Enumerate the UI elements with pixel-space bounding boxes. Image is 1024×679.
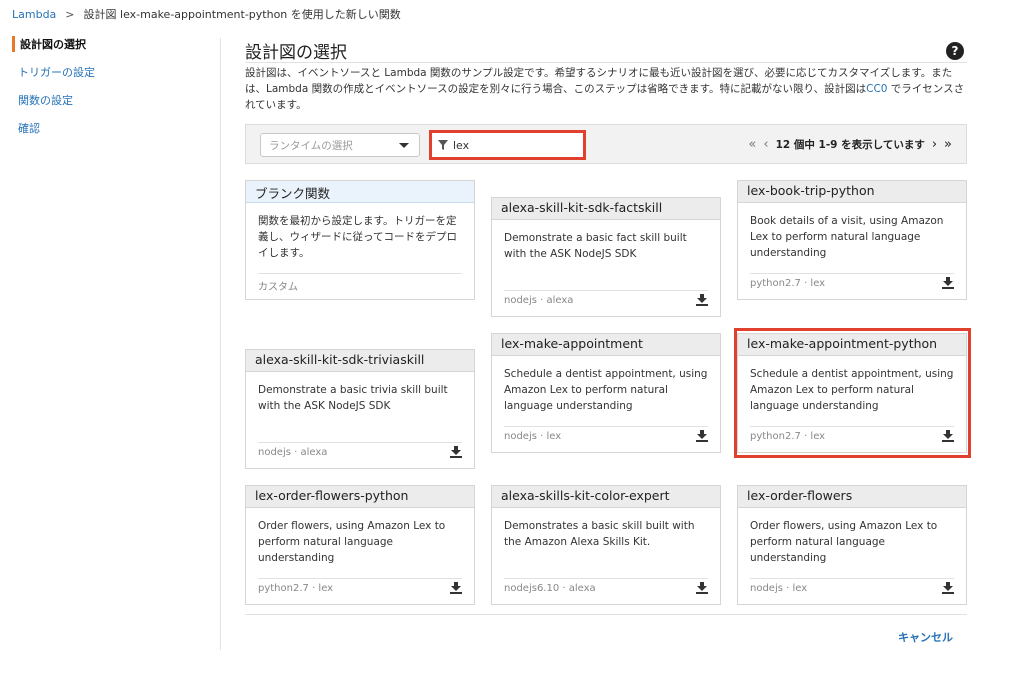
blueprint-card[interactable]: alexa-skill-kit-sdk-factskill Demonstrat… (491, 197, 721, 317)
card-description: Schedule a dentist appointment, using Am… (504, 368, 708, 412)
card-tags: nodejs · lex (504, 426, 708, 446)
blueprint-search-input[interactable]: lex (429, 130, 586, 160)
card-title[interactable]: alexa-skill-kit-sdk-triviaskill (246, 350, 474, 372)
card-tags: nodejs · alexa (504, 290, 708, 310)
card-title[interactable]: lex-make-appointment (492, 334, 720, 356)
card-tags-text: python2.7 · lex (750, 431, 826, 442)
card-tags: nodejs6.10 · alexa (504, 578, 708, 598)
card-title[interactable]: ブランク関数 (246, 181, 474, 203)
card-description: Demonstrate a basic trivia skill built w… (258, 384, 448, 412)
caret-down-icon (399, 143, 409, 148)
title-divider (245, 62, 967, 63)
footer-divider (245, 614, 967, 615)
card-tags-text: python2.7 · lex (750, 278, 826, 289)
card-title[interactable]: lex-order-flowers-python (246, 486, 474, 508)
download-icon[interactable] (696, 294, 708, 306)
description-text-1: 設計図は、イベントソースと Lambda 関数のサンプル設定です。希望するシナリ… (245, 67, 953, 95)
card-tags-text: nodejs · alexa (504, 295, 574, 306)
runtime-select-placeholder: ランタイムの選択 (269, 139, 353, 152)
card-tags-text: nodejs · lex (750, 583, 808, 594)
blueprint-card[interactable]: lex-order-flowers-python Order flowers, … (245, 485, 475, 605)
card-title[interactable]: alexa-skills-kit-color-expert (492, 486, 720, 508)
card-tags: nodejs · alexa (258, 442, 462, 462)
download-icon[interactable] (450, 582, 462, 594)
blueprint-card[interactable]: lex-make-appointment Schedule a dentist … (491, 333, 721, 453)
card-description: Book details of a visit, using Amazon Le… (750, 215, 944, 259)
card-tags: python2.7 · lex (750, 273, 954, 293)
blueprint-card[interactable]: alexa-skill-kit-sdk-triviaskill Demonstr… (245, 349, 475, 469)
card-title[interactable]: lex-book-trip-python (738, 181, 966, 203)
card-tags: カスタム (258, 273, 462, 293)
breadcrumb-lambda-link[interactable]: Lambda (12, 8, 56, 21)
sidebar-divider (220, 38, 221, 650)
step-configure-function[interactable]: 関数の設定 (12, 92, 212, 120)
card-tags: nodejs · lex (750, 578, 954, 598)
card-description: Demonstrate a basic fact skill built wit… (504, 232, 687, 260)
download-icon[interactable] (942, 430, 954, 442)
card-description: Demonstrates a basic skill built with th… (504, 520, 695, 548)
card-tags: python2.7 · lex (750, 426, 954, 446)
pager-prev-button[interactable]: ‹ (763, 137, 768, 152)
blueprint-card[interactable]: alexa-skills-kit-color-expert Demonstrat… (491, 485, 721, 605)
breadcrumb-current: 設計図 lex-make-appointment-python を使用した新しい… (83, 8, 401, 21)
blueprint-card-selected[interactable]: lex-make-appointment-python Schedule a d… (737, 333, 967, 453)
card-description: 関数を最初から設定します。トリガーを定義し、ウィザードに従ってコードをデプロイし… (258, 215, 457, 259)
card-description: Schedule a dentist appointment, using Am… (750, 368, 954, 412)
page-title: 設計図の選択 (245, 43, 347, 63)
card-tags-text: nodejs · lex (504, 431, 562, 442)
step-select-blueprint[interactable]: 設計図の選択 (12, 36, 212, 52)
card-tags-text: nodejs · alexa (258, 447, 328, 458)
cc0-license-link[interactable]: CC0 (866, 83, 887, 95)
cancel-button[interactable]: キャンセル (898, 629, 953, 645)
card-description: Order flowers, using Amazon Lex to perfo… (258, 520, 446, 564)
download-icon[interactable] (942, 582, 954, 594)
blueprint-card[interactable]: lex-order-flowers Order flowers, using A… (737, 485, 967, 605)
filter-bar: ランタイムの選択 lex « ‹ 12 個中 1-9 を表示しています › » (245, 124, 967, 164)
download-icon[interactable] (450, 446, 462, 458)
blueprint-card[interactable]: lex-book-trip-python Book details of a v… (737, 180, 967, 300)
card-tags-text: カスタム (258, 282, 298, 293)
card-title[interactable]: lex-make-appointment-python (738, 334, 966, 356)
download-icon[interactable] (696, 430, 708, 442)
card-title[interactable]: alexa-skill-kit-sdk-factskill (492, 198, 720, 220)
pager-last-button[interactable]: » (944, 137, 952, 152)
page-description: 設計図は、イベントソースと Lambda 関数のサンプル設定です。希望するシナリ… (245, 65, 967, 113)
download-icon[interactable] (696, 582, 708, 594)
question-circle-icon[interactable]: ? (946, 42, 964, 60)
pagination: « ‹ 12 個中 1-9 を表示しています › » (748, 137, 952, 152)
breadcrumb-separator: > (65, 7, 75, 21)
breadcrumb: Lambda > 設計図 lex-make-appointment-python… (12, 6, 401, 22)
card-tags: python2.7 · lex (258, 578, 462, 598)
filter-icon (438, 140, 448, 150)
step-configure-trigger[interactable]: トリガーの設定 (12, 64, 212, 92)
pager-next-button[interactable]: › (932, 137, 937, 152)
card-title[interactable]: lex-order-flowers (738, 486, 966, 508)
pager-first-button[interactable]: « (748, 137, 756, 152)
card-tags-text: python2.7 · lex (258, 583, 334, 594)
card-description: Order flowers, using Amazon Lex to perfo… (750, 520, 938, 564)
card-tags-text: nodejs6.10 · alexa (504, 583, 596, 594)
pager-count-text: 12 個中 1-9 を表示しています (775, 139, 925, 151)
search-value: lex (453, 138, 470, 152)
runtime-select[interactable]: ランタイムの選択 (260, 133, 420, 157)
blueprint-card-blank[interactable]: ブランク関数 関数を最初から設定します。トリガーを定義し、ウィザードに従ってコー… (245, 180, 475, 300)
wizard-steps-sidebar: 設計図の選択 トリガーの設定 関数の設定 確認 (12, 36, 212, 148)
step-review[interactable]: 確認 (12, 120, 212, 148)
download-icon[interactable] (942, 277, 954, 289)
